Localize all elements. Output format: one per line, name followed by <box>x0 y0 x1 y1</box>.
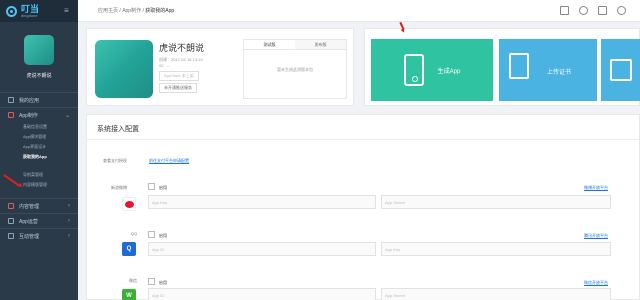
app-info-card: 虎说不朗说 创建：2017-02-18 13:19 ID：-- AppStore… <box>86 28 354 106</box>
push-service-button[interactable]: 未开通推送服务 <box>159 83 197 93</box>
app-avatar[interactable] <box>24 35 54 65</box>
enable-label: 启用 <box>159 280 167 285</box>
weibo-help-link[interactable]: 微博开放平台 <box>584 185 608 191</box>
package-empty-text: 暂未生成此测版本包 <box>277 67 313 72</box>
enable-label: 启用 <box>159 233 167 238</box>
sidebar-item-label: App运营 <box>19 218 38 225</box>
pay-label: 查看支付授权 <box>103 158 127 163</box>
sidebar-item-label: App制作 <box>19 112 38 119</box>
app-profile: 虎说不朗说 <box>0 22 78 92</box>
qq-enable-checkbox[interactable] <box>148 231 155 238</box>
certificate-icon <box>509 53 529 79</box>
top-bar: ≡ 应用主页 / App制作 / 获取我的App <box>64 0 640 22</box>
upload-cert-button[interactable]: 上传证书 <box>499 39 597 101</box>
upload-cert-label: 上传证书 <box>547 70 572 76</box>
chevron-right-icon: › <box>68 218 70 224</box>
logo-icon <box>6 5 17 17</box>
sidebar-item-label: 内容管理 <box>19 203 40 210</box>
sidebar: 叮当 dingdone 虎说不朗说 我的应用 App制作 ⌄ 基础信息设置 Ap… <box>0 0 78 300</box>
divider <box>87 139 639 140</box>
chevron-right-icon: › <box>68 203 70 209</box>
file-icon[interactable] <box>598 6 607 15</box>
breadcrumb: 应用主页 / App制作 / 获取我的App <box>98 8 175 14</box>
sidebar-item-interaction[interactable]: 互动管理 › <box>0 228 78 243</box>
chat-icon <box>8 233 14 239</box>
qq-id-input[interactable]: App ID <box>148 242 376 256</box>
breadcrumb-item[interactable]: App制作 <box>122 8 141 14</box>
config-title: 系统接入配置 <box>97 126 139 133</box>
generate-card: 生成App 上传证书 <box>364 28 640 106</box>
sidebar-item-operation[interactable]: App运营 › <box>0 213 78 228</box>
document-icon[interactable] <box>560 6 569 15</box>
menu-toggle-icon[interactable]: ≡ <box>64 6 69 15</box>
sidebar-item-label: 互动管理 <box>19 233 40 240</box>
sidebar-item-my-apps[interactable]: 我的应用 <box>0 92 78 107</box>
package-box: 测试版 发布版 暂未生成此测版本包 <box>243 39 347 99</box>
wechat-help-link[interactable]: 微信开放平台 <box>584 280 608 286</box>
tab-test[interactable]: 测试版 <box>244 40 295 49</box>
chart-icon <box>8 218 14 224</box>
top-icons <box>560 6 626 15</box>
generate-app-label: 生成App <box>437 68 461 75</box>
wechat-enable-checkbox[interactable] <box>148 278 155 285</box>
breadcrumb-item[interactable]: 应用主页 <box>98 8 118 14</box>
generate-app-button[interactable]: 生成App <box>371 39 493 101</box>
weibo-icon <box>122 197 136 211</box>
sidebar-item-app-make[interactable]: App制作 ⌄ <box>0 107 78 122</box>
sidebar-item-label: 我的应用 <box>19 97 40 104</box>
sidebar-item-content[interactable]: 内容管理 › <box>0 198 78 213</box>
weibo-enable-checkbox[interactable] <box>148 183 155 190</box>
shopping-bag-icon <box>610 59 632 81</box>
app-icon <box>95 40 153 98</box>
wechat-icon: W <box>122 289 136 300</box>
chevron-down-icon: ⌄ <box>64 112 70 119</box>
package-tabs: 测试版 发布版 <box>244 40 346 50</box>
row-label-qq: QQ <box>130 231 137 236</box>
app-info: 虎说不朗说 创建：2017-02-18 13:19 ID：-- AppStore… <box>159 41 239 93</box>
content-icon <box>8 203 14 209</box>
wechat-secret-input[interactable]: App Secret <box>381 288 611 300</box>
row-label-wechat: 微信 <box>129 278 137 283</box>
qq-key-input[interactable]: App Key <box>381 242 611 256</box>
row-label-weibo: 新浪微博 <box>111 185 127 190</box>
phone-icon <box>403 54 424 86</box>
qq-help-link[interactable]: 腾讯开放平台 <box>584 233 608 239</box>
annotation-arrow <box>399 22 405 30</box>
sidebar-sub-module-manage[interactable]: App模块管理 <box>0 132 78 142</box>
enable-label: 启用 <box>159 185 167 190</box>
apps-icon <box>8 97 14 103</box>
weibo-key-input[interactable]: App Key <box>148 195 376 209</box>
weibo-secret-input[interactable]: App Secret <box>381 195 611 209</box>
app-title: 虎说不朗说 <box>159 43 205 53</box>
logo-text: 叮当 dingdone <box>21 4 39 18</box>
config-card: 系统接入配置 查看支付授权 前往支付平台申请配置 新浪微博 启用 App Key… <box>86 114 640 300</box>
tab-release[interactable]: 发布版 <box>295 40 346 49</box>
sidebar-sub-get-app[interactable]: 获取我的App <box>0 152 78 162</box>
bell-icon[interactable] <box>617 6 626 15</box>
phone-icon <box>8 112 14 118</box>
pay-config-link[interactable]: 前往支付平台申请配置 <box>149 158 189 164</box>
sidebar-sub-ui-design[interactable]: App界面设计 <box>0 142 78 152</box>
breadcrumb-current: 获取我的App <box>145 8 175 14</box>
sidebar-sub-basic-info[interactable]: 基础信息设置 <box>0 122 78 132</box>
chevron-right-icon: › <box>68 233 70 239</box>
help-icon[interactable] <box>579 6 588 15</box>
appstore-status-button[interactable]: AppStore 未上架 <box>159 71 199 81</box>
qq-icon: Q <box>122 242 136 256</box>
logo-subtitle: dingdone <box>21 12 38 18</box>
profile-name: 虎说不朗说 <box>26 73 52 79</box>
wechat-id-input[interactable]: App ID <box>148 288 376 300</box>
store-button[interactable] <box>601 39 640 101</box>
